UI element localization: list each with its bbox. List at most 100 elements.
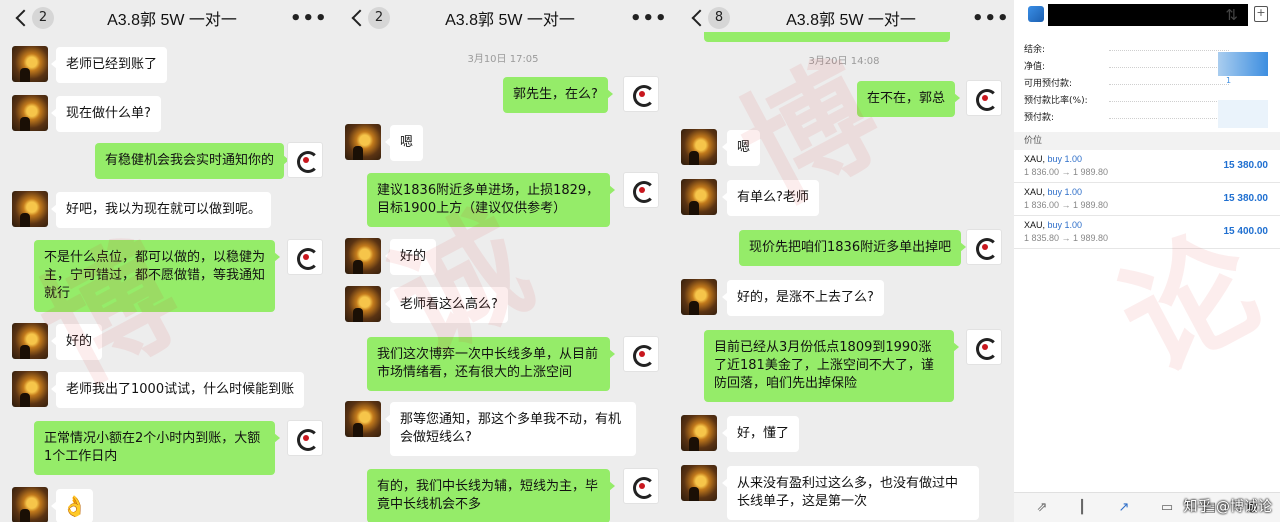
chat-title: A3.8郭 5W 一对一 (107, 12, 237, 29)
avatar[interactable] (623, 76, 659, 112)
chat-timestamp: 3月20日 14:08 (808, 56, 880, 67)
avatar[interactable] (966, 329, 1002, 365)
message-bubble: 现在做什么单? (51, 96, 161, 132)
sort-icon[interactable]: ⇅ (1225, 6, 1238, 24)
avatar[interactable] (966, 80, 1002, 116)
unread-badge: 2 (32, 7, 54, 29)
avatar[interactable] (12, 95, 48, 131)
new-order-icon[interactable]: + (1254, 6, 1268, 22)
avatar[interactable] (12, 191, 48, 227)
position-row[interactable]: XAU, buy 1.00 1 835.80 → 1 989.80 15 400… (1014, 216, 1280, 249)
message-bubble: 嗯 (721, 130, 761, 166)
chart-icon[interactable]: ┃ (1074, 501, 1090, 515)
more-icon[interactable]: ••• (972, 8, 1009, 29)
message-bubble: 老师看这么高么? (385, 287, 508, 323)
avatar[interactable] (345, 401, 381, 437)
avatar[interactable] (345, 286, 381, 322)
avatar[interactable] (345, 238, 381, 274)
chat-panel-1: 2 A3.8郭 5W 一对一 ••• 老师已经到账了 现在做什么单? 有稳健机会… (0, 0, 330, 522)
unread-badge: 2 (368, 7, 390, 29)
position-row[interactable]: XAU, buy 1.00 1 836.00 → 1 989.80 15 380… (1014, 183, 1280, 216)
account-label-margin-level: 预付款比率(%): (1024, 96, 1088, 106)
chat-header: 2 A3.8郭 5W 一对一 ••• (336, 0, 670, 36)
message-bubble: 目前已经从3月份低点1809到1990涨了近181美金了，上涨空间不大了，谨防回… (704, 330, 959, 402)
history-icon[interactable]: ▭ (1159, 501, 1175, 515)
divider (1109, 101, 1229, 102)
avatar[interactable] (12, 46, 48, 82)
message-bubble: 有的，我们中长线为辅，短线为主，毕竟中长线机会不多 (367, 469, 615, 522)
account-label-margin: 预付款: (1024, 113, 1055, 123)
message-bubble: 在不在，郭总 (857, 81, 961, 117)
avatar[interactable] (12, 487, 48, 522)
divider (1109, 67, 1229, 68)
chat-header: 2 A3.8郭 5W 一对一 ••• (0, 0, 330, 36)
message-bubble: 老师已经到账了 (50, 47, 168, 83)
message-bubble: 郭先生，在么? (503, 77, 613, 113)
avatar[interactable] (623, 336, 659, 372)
message-bubble: 有稳健机会我会实时通知你的 (95, 143, 290, 179)
message-bubble: 现价先把咱们1836附近多单出掉吧 (739, 230, 967, 266)
zhihu-attribution: 知乎 @博诚论 (1183, 499, 1272, 515)
message-bubble: 嗯 (384, 125, 424, 161)
message-bubble: 好的，是涨不上去了么? (722, 280, 884, 316)
avatar[interactable] (623, 468, 659, 504)
message-bubble: 好的 (50, 324, 103, 360)
more-icon[interactable]: ••• (630, 8, 667, 29)
avatar[interactable] (681, 415, 717, 451)
position-profit: 15 380.00 (1223, 193, 1269, 204)
back-arrow-icon[interactable] (346, 5, 368, 31)
avatar[interactable] (287, 239, 323, 275)
trade-icon[interactable]: ↗ (1116, 501, 1132, 515)
message-bubble: 不是什么点位，都可以做的，以稳健为主，宁可错过，都不愿做错，等我通知就行 (34, 240, 280, 312)
more-icon[interactable]: ••• (290, 8, 327, 29)
divider (1109, 118, 1229, 119)
back-arrow-icon[interactable] (686, 5, 708, 31)
message-bubble: 正常情况小额在2个小时内到账，大额1个工作日内 (34, 421, 280, 475)
message-bubble: 好的 (384, 239, 437, 275)
position-profit: 15 400.00 (1223, 226, 1269, 237)
message-bubble: 好吧，我以为现在就可以做到呢。 (50, 192, 272, 228)
trade-toolbar: ⇅ + (1014, 0, 1280, 30)
message-bubble: 我们这次博弈一次中长线多单，从目前市场情绪看，还有很大的上涨空间 (367, 337, 615, 391)
position-symbol: XAU, buy 1.00 (1024, 187, 1083, 197)
avatar[interactable] (681, 129, 717, 165)
avatar[interactable] (623, 172, 659, 208)
avatar[interactable] (681, 465, 717, 501)
avatar[interactable] (966, 229, 1002, 265)
app-logo-icon (1028, 6, 1044, 22)
message-bubble: 有单么?老师 (722, 180, 819, 216)
message-bubble: 建议1836附近多单进场，止损1829，目标1900上方（建议仅供参考） (367, 173, 615, 227)
chat-title: A3.8郭 5W 一对一 (786, 12, 916, 29)
chat-header: 8 A3.8郭 5W 一对一 ••• (676, 0, 1012, 36)
avatar[interactable] (681, 179, 717, 215)
avatar[interactable] (287, 420, 323, 456)
redacted-title-bar (1048, 4, 1248, 26)
avatar[interactable] (345, 124, 381, 160)
position-symbol: XAU, buy 1.00 (1024, 220, 1083, 230)
back-arrow-icon[interactable] (10, 5, 32, 31)
account-label-free-margin: 可用预付款: (1024, 79, 1073, 89)
avatar[interactable] (287, 142, 323, 178)
divider (1109, 50, 1229, 51)
avatar[interactable] (12, 371, 48, 407)
position-prices: 1 836.00 → 1 989.80 (1024, 200, 1109, 210)
chat-panel-2: 2 A3.8郭 5W 一对一 ••• 3月10日 17:05 郭先生，在么? 嗯… (336, 0, 670, 522)
position-prices: 1 835.80 → 1 989.80 (1024, 233, 1109, 243)
chat-timestamp: 3月10日 17:05 (467, 54, 539, 65)
position-row[interactable]: XAU, buy 1.00 1 836.00 → 1 989.80 15 380… (1014, 150, 1280, 183)
free-margin-hint: 1 (1226, 76, 1232, 85)
position-profit: 15 380.00 (1223, 160, 1269, 171)
position-prices: 1 836.00 → 1 989.80 (1024, 167, 1109, 177)
account-label-balance: 结余: (1024, 45, 1046, 55)
positions-section-label: 价位 (1014, 132, 1280, 150)
avatar[interactable] (681, 279, 717, 315)
avatar[interactable] (12, 323, 48, 359)
message-bubble: 从来没有盈利过这么多，也没有做过中长线单子，这是第一次 (722, 466, 979, 520)
divider (1109, 84, 1229, 85)
message-bubble: 老师我出了1000试试，什么时候能到账 (50, 372, 305, 408)
quotes-icon[interactable]: ⇗ (1034, 501, 1050, 515)
trading-panel: ⇅ + 结余: 净值: 可用预付款: 预付款比率(%): 预付款: 1 价位 X… (1014, 0, 1280, 522)
message-bubble: 好，懂了 (721, 416, 800, 452)
account-label-equity: 净值: (1024, 62, 1046, 72)
highlight-block (1218, 52, 1268, 76)
